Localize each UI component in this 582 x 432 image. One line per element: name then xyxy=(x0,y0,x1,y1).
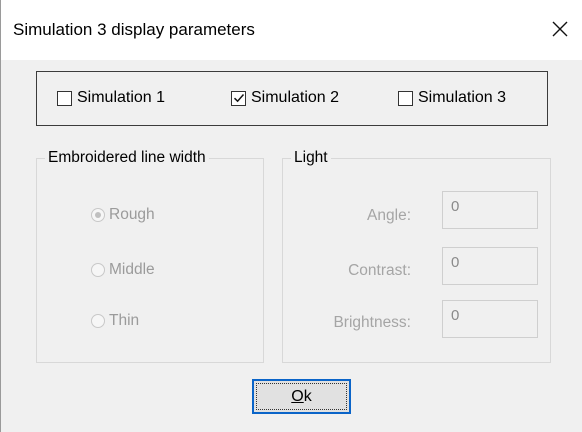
light-group-title: Light xyxy=(291,149,331,167)
title-bar: Simulation 3 display parameters xyxy=(1,0,582,60)
ok-rest: k xyxy=(303,387,312,405)
thin-label: Thin xyxy=(109,312,140,329)
simulation-2-checkbox[interactable]: Simulation 2 xyxy=(231,89,339,107)
line-width-group-title: Embroidered line width xyxy=(45,149,209,167)
radio-circle[interactable] xyxy=(91,208,105,222)
ok-button-label: Ok xyxy=(291,388,311,406)
ok-mnemonic: O xyxy=(291,387,304,405)
simulation-1-label: Simulation 1 xyxy=(77,89,166,106)
brightness-label: Brightness: xyxy=(333,314,411,331)
rough-label: Rough xyxy=(109,206,155,223)
middle-label: Middle xyxy=(109,261,155,278)
ok-button[interactable]: Ok xyxy=(252,379,351,414)
simulation-1-checkbox[interactable]: Simulation 1 xyxy=(57,89,165,107)
checkmark-icon xyxy=(233,94,244,103)
simulation-2-label: Simulation 2 xyxy=(251,89,340,106)
radio-circle[interactable] xyxy=(91,314,105,328)
line-width-group: Embroidered line width Rough Middle Thin xyxy=(36,149,264,363)
simulation-select-group: Simulation 1 Simulation 2 Simulation 3 xyxy=(36,71,548,126)
checkbox-box[interactable] xyxy=(231,90,246,106)
close-icon xyxy=(552,21,568,37)
contrast-input[interactable]: 0 xyxy=(442,247,538,285)
thin-radio[interactable]: Thin xyxy=(91,312,139,330)
light-group: Light Angle: 0 Contrast: 0 Brightness: 0 xyxy=(282,149,551,363)
radio-selected-dot xyxy=(95,212,101,218)
checkbox-box[interactable] xyxy=(398,90,413,106)
angle-input[interactable]: 0 xyxy=(442,191,538,229)
rough-radio[interactable]: Rough xyxy=(91,206,155,224)
simulation-3-label: Simulation 3 xyxy=(418,89,507,106)
brightness-input[interactable]: 0 xyxy=(442,300,538,338)
contrast-label: Contrast: xyxy=(348,262,411,279)
middle-radio[interactable]: Middle xyxy=(91,261,155,279)
angle-label: Angle: xyxy=(367,207,411,224)
simulation-3-checkbox[interactable]: Simulation 3 xyxy=(398,89,506,107)
dialog-title: Simulation 3 display parameters xyxy=(13,20,255,39)
radio-circle[interactable] xyxy=(91,263,105,277)
dialog-window: Simulation 3 display parameters Simulati… xyxy=(0,0,582,432)
close-button[interactable] xyxy=(545,14,575,44)
checkbox-box[interactable] xyxy=(57,90,72,106)
